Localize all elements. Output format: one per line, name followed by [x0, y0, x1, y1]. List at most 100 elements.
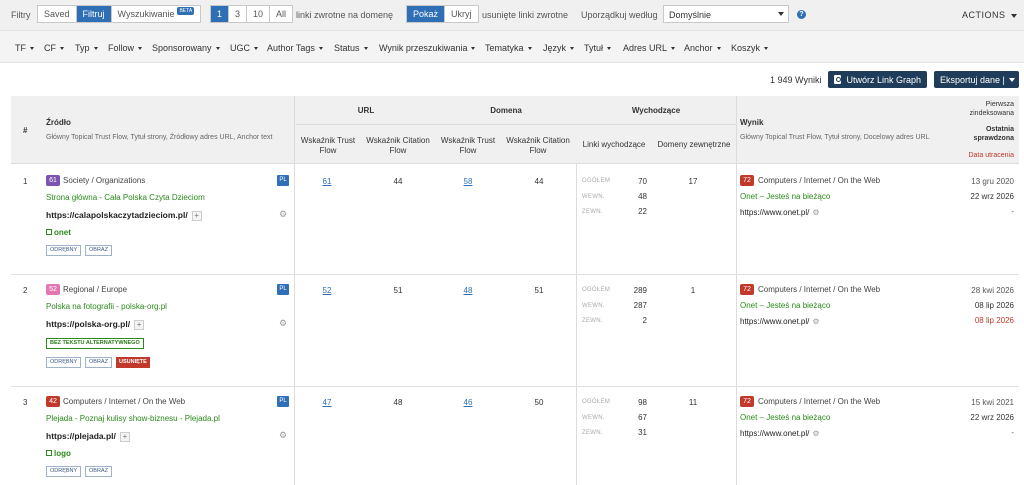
image-icon — [46, 229, 52, 235]
col-source[interactable]: Źródło — [46, 118, 71, 128]
col-url: URL — [357, 106, 375, 115]
language-badge: PL — [277, 175, 289, 186]
caret-down-icon — [671, 47, 676, 51]
sort-value: Domyślnie — [669, 10, 712, 20]
search-tab-label: Wyszukiwanie — [117, 9, 175, 19]
topical-trust-flow-badge: 52 — [46, 284, 60, 295]
col-first-indexed[interactable]: Pierwsza zindeksowana — [954, 100, 1014, 118]
result-category[interactable]: Computers / Internet / On the Web — [758, 285, 880, 294]
tag-distinct: ODRĘBNY — [46, 245, 82, 256]
filter-follow[interactable]: Follow — [108, 43, 143, 53]
filter-tab[interactable]: Filtruj — [76, 6, 112, 22]
caret-down-icon — [716, 47, 721, 51]
export-button[interactable]: Eksportuj dane | — [934, 71, 1019, 88]
gear-icon[interactable]: ⚙ — [812, 208, 819, 217]
filter-label: Typ — [75, 43, 90, 53]
caret-down-icon — [570, 47, 575, 51]
row-divider — [11, 386, 1019, 387]
col-result[interactable]: Wynik — [740, 118, 763, 128]
col-out-links[interactable]: Linki wychodzące — [576, 140, 652, 150]
domain-citation-flow: 44 — [534, 177, 544, 186]
result-title[interactable]: Onet – Jesteś na bieżąco — [740, 413, 830, 422]
gear-icon[interactable]: ⚙ — [812, 317, 819, 326]
col-url-tf[interactable]: Wskaźnik Trust Flow — [296, 136, 360, 156]
gear-icon[interactable]: ⚙ — [812, 429, 819, 438]
page-title[interactable]: Plejada - Poznaj kulisy show-biznesu - P… — [46, 414, 220, 423]
label-total: OGÓŁEM — [582, 399, 611, 405]
source-url-link[interactable]: https://plejada.pl/ — [46, 431, 116, 441]
filter-basket[interactable]: Koszyk — [731, 43, 769, 53]
per-domain-all[interactable]: All — [270, 6, 292, 22]
topic-category[interactable]: Computers / Internet / On the Web — [63, 397, 185, 406]
result-title[interactable]: Onet – Jesteś na bieżąco — [740, 192, 830, 201]
page-title[interactable]: Strona główna - Cała Polska Czyta Dzieci… — [46, 193, 205, 202]
source-url-link[interactable]: https://polska-org.pl/ — [46, 319, 130, 329]
filter-tf[interactable]: TF — [15, 43, 34, 53]
col-num: # — [23, 126, 28, 135]
filter-ugc[interactable]: UGC — [230, 43, 258, 53]
show-deleted-button[interactable]: Pokaż — [407, 6, 446, 22]
filter-type[interactable]: Typ — [75, 43, 98, 53]
filter-status[interactable]: Status — [334, 43, 368, 53]
result-category[interactable]: Computers / Internet / On the Web — [758, 397, 880, 406]
filter-sponsored[interactable]: Sponsorowany — [152, 43, 220, 53]
result-title[interactable]: Onet – Jesteś na bieżąco — [740, 301, 830, 310]
filter-author-tags[interactable]: Author Tags — [267, 43, 323, 53]
domain-trust-flow[interactable]: 58 — [453, 177, 483, 186]
result-url-link[interactable]: https://www.onet.pl/ — [740, 208, 809, 217]
url-trust-flow[interactable]: 61 — [312, 177, 342, 186]
filter-topic[interactable]: Tematyka — [485, 43, 532, 53]
result-url-link[interactable]: https://www.onet.pl/ — [740, 429, 809, 438]
col-url-cf[interactable]: Wskaźnik Citation Flow — [360, 136, 436, 156]
domain-trust-flow[interactable]: 48 — [453, 286, 483, 295]
hide-deleted-button[interactable]: Ukryj — [445, 6, 478, 22]
lost-date: - — [1011, 428, 1014, 437]
col-domain-tf[interactable]: Wskaźnik Trust Flow — [436, 136, 500, 156]
plus-icon[interactable]: + — [134, 319, 145, 330]
search-tab[interactable]: Wyszukiwanie BETA — [112, 6, 201, 22]
gear-icon[interactable]: ⚙ — [279, 318, 287, 329]
topic-category[interactable]: Regional / Europe — [63, 285, 127, 294]
filter-anchor[interactable]: Anchor — [684, 43, 721, 53]
gear-icon[interactable]: ⚙ — [279, 430, 287, 441]
filter-title[interactable]: Tytuł — [584, 43, 612, 53]
label-internal: WEWN. — [582, 303, 605, 309]
filter-label: TF — [15, 43, 26, 53]
filter-crawl-result[interactable]: Wynik przeszukiwania — [379, 43, 476, 53]
link-graph-button[interactable]: Utwórz Link Graph — [828, 71, 927, 88]
col-last-checked[interactable]: Ostatnia sprawdzona — [954, 125, 1014, 143]
page-title[interactable]: Polska na fotografii - polska-org.pl — [46, 302, 167, 311]
col-lost-date[interactable]: Data utracenia — [954, 151, 1014, 161]
sort-select[interactable]: Domyślnie — [663, 5, 789, 23]
topical-trust-flow-badge: 61 — [46, 175, 60, 186]
domain-trust-flow[interactable]: 46 — [453, 398, 483, 407]
col-domain-cf[interactable]: Wskaźnik Citation Flow — [500, 136, 576, 156]
filter-url[interactable]: Adres URL — [623, 43, 676, 53]
url-trust-flow[interactable]: 52 — [312, 286, 342, 295]
url-citation-flow: 51 — [393, 286, 403, 295]
filter-label: Status — [334, 43, 360, 53]
saved-tab[interactable]: Saved — [38, 6, 77, 22]
url-trust-flow[interactable]: 47 — [312, 398, 342, 407]
topic-category[interactable]: Society / Organizations — [63, 176, 145, 185]
caret-down-icon — [607, 47, 612, 51]
per-domain-1[interactable]: 1 — [211, 6, 230, 22]
col-ext-domains[interactable]: Domeny zewnętrzne — [652, 140, 736, 150]
plus-icon[interactable]: + — [191, 210, 202, 221]
filter-bar: TF CF Typ Follow Sponsorowany UGC Author… — [0, 31, 1024, 63]
help-icon[interactable]: ? — [797, 10, 806, 19]
filter-language[interactable]: Język — [543, 43, 575, 53]
plus-icon[interactable]: + — [119, 431, 130, 442]
actions-menu[interactable]: ACTIONS — [962, 10, 1017, 20]
beta-badge: BETA — [177, 7, 195, 15]
source-url-link[interactable]: https://calapolskaczytadzieciom.pl/ — [46, 210, 188, 220]
filter-label: UGC — [230, 43, 250, 53]
gear-icon[interactable]: ⚙ — [279, 209, 287, 220]
result-category[interactable]: Computers / Internet / On the Web — [758, 176, 880, 185]
per-domain-10[interactable]: 10 — [247, 6, 271, 22]
result-url-link[interactable]: https://www.onet.pl/ — [740, 317, 809, 326]
caret-down-icon — [318, 47, 323, 51]
per-domain-3[interactable]: 3 — [229, 6, 248, 22]
filter-cf[interactable]: CF — [44, 43, 64, 53]
image-icon — [46, 450, 52, 456]
